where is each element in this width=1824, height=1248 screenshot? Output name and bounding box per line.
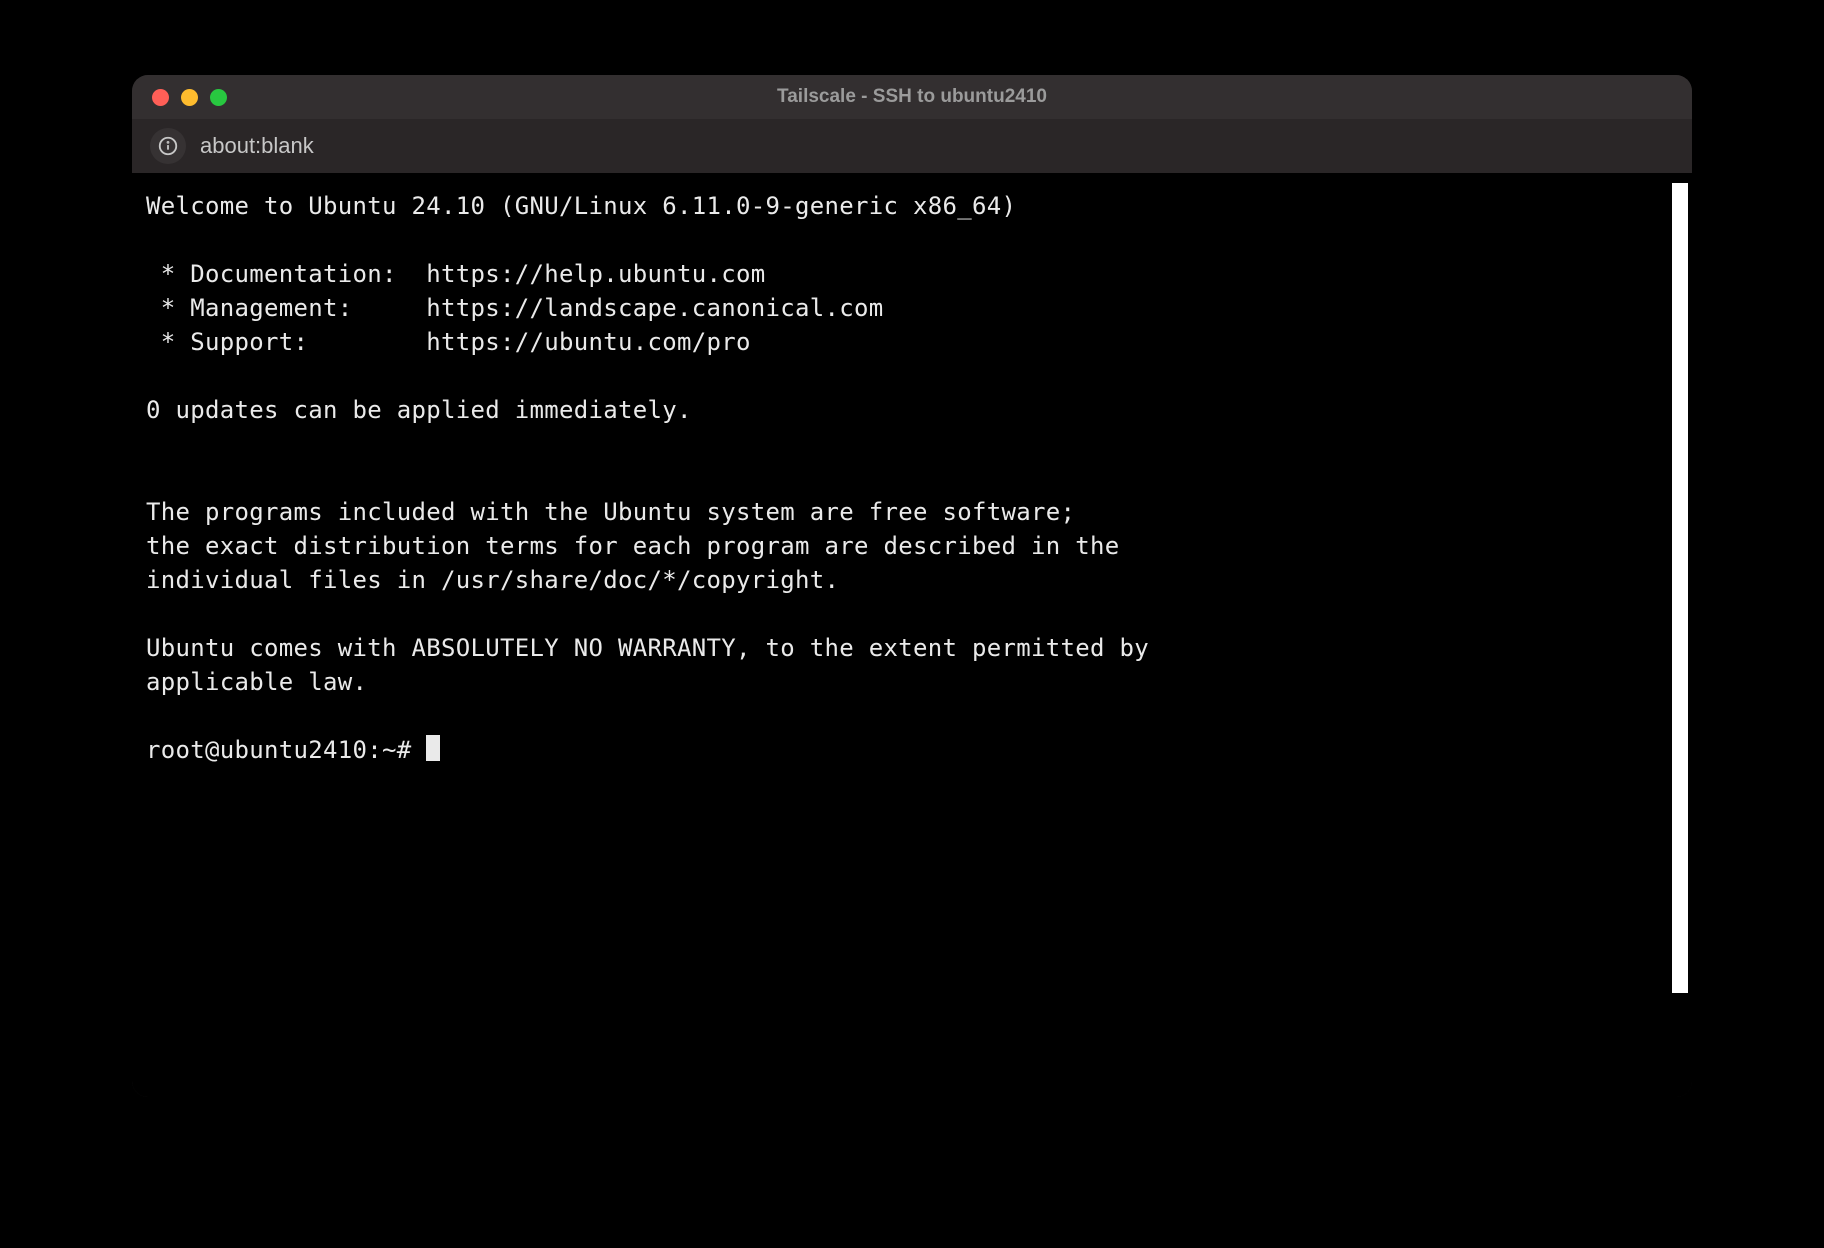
terminal-content[interactable]: Welcome to Ubuntu 24.10 (GNU/Linux 6.11.…: [132, 173, 1668, 1097]
scrollbar-track[interactable]: [1668, 173, 1692, 1097]
info-icon[interactable]: [150, 128, 186, 164]
close-button[interactable]: [152, 89, 169, 106]
terminal-prompt: root@ubuntu2410:~#: [146, 736, 426, 764]
terminal-output: Welcome to Ubuntu 24.10 (GNU/Linux 6.11.…: [146, 192, 1149, 696]
titlebar: Tailscale - SSH to ubuntu2410: [132, 75, 1692, 119]
address-url[interactable]: about:blank: [200, 133, 314, 159]
scrollbar-thumb[interactable]: [1672, 183, 1688, 993]
traffic-lights: [152, 89, 227, 106]
minimize-button[interactable]: [181, 89, 198, 106]
terminal-area[interactable]: Welcome to Ubuntu 24.10 (GNU/Linux 6.11.…: [132, 173, 1692, 1097]
terminal-window: Tailscale - SSH to ubuntu2410 about:blan…: [132, 75, 1692, 1097]
maximize-button[interactable]: [210, 89, 227, 106]
addressbar: about:blank: [132, 119, 1692, 173]
terminal-cursor: [426, 735, 440, 761]
window-title: Tailscale - SSH to ubuntu2410: [132, 86, 1692, 108]
